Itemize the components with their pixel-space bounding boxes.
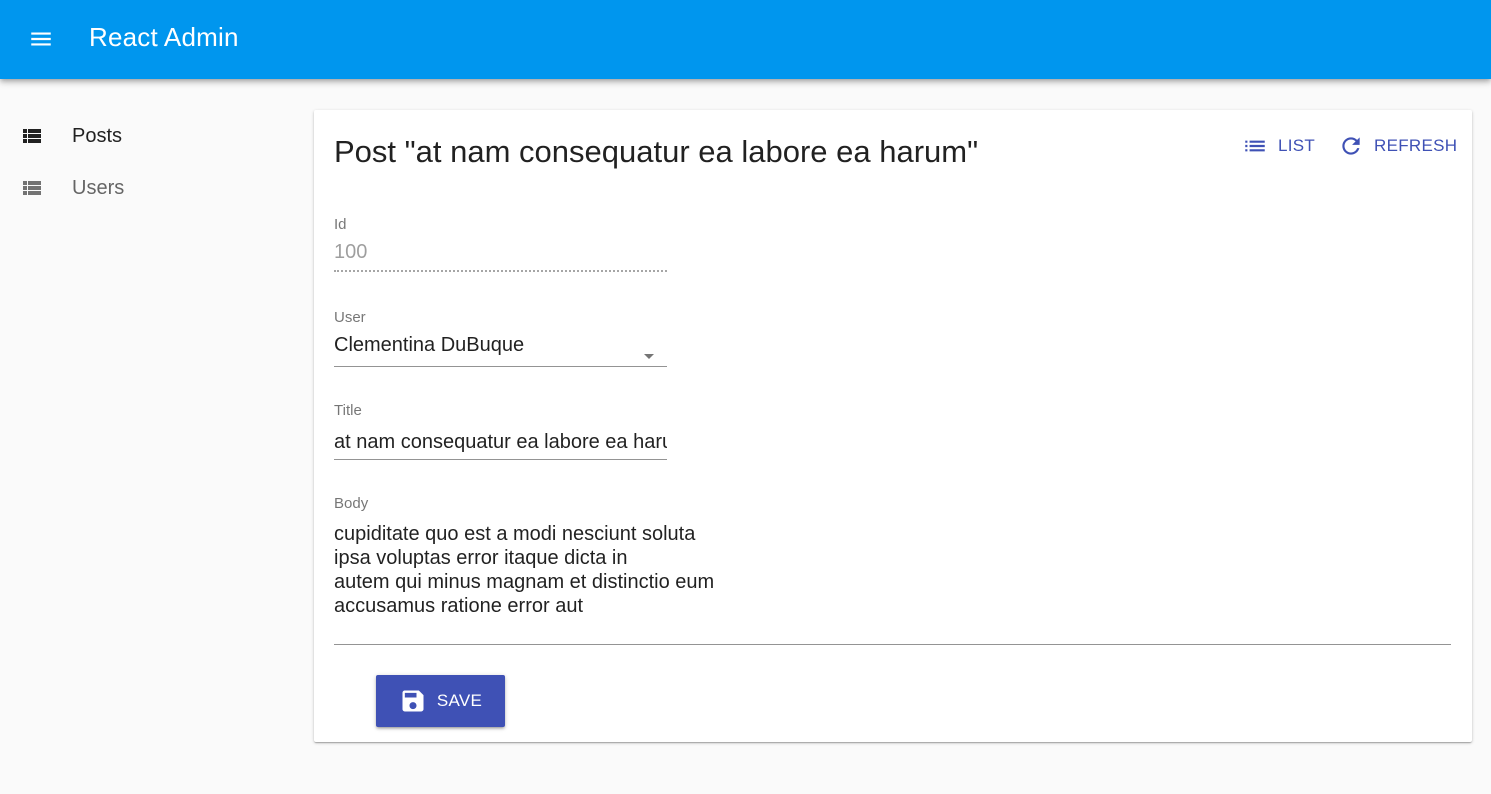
body-field-label: Body [334,495,369,512]
user-select[interactable]: User Clementina DuBuque [334,309,667,367]
user-field-label: User [334,309,366,326]
save-button[interactable]: SAVE [376,675,505,727]
app-title: React Admin [89,22,239,52]
title-field: Title at nam consequatur ea labore ea ha… [334,402,667,460]
hamburger-menu-icon [31,32,51,46]
sidebar-item-label: Posts [72,124,123,147]
list-icon [23,129,41,143]
app-bar: React Admin [0,0,1491,79]
refresh-icon [1342,137,1360,155]
sidebar: Posts Users [0,110,300,214]
page-title: Post "at nam consequatur ea labore ea ha… [334,134,979,169]
id-field-value: 100 [334,241,667,272]
edit-form-card: Post "at nam consequatur ea labore ea ha… [314,110,1472,742]
id-field-label: Id [334,216,347,233]
sidebar-item-label: Users [72,176,125,199]
list-icon [1245,140,1265,152]
title-field-label: Title [334,402,362,419]
dropdown-arrow-icon [644,354,654,359]
save-icon [402,690,424,712]
list-button-label: LIST [1278,136,1316,155]
list-button[interactable]: LIST [1242,128,1315,164]
refresh-button-label: REFRESH [1374,136,1458,155]
title-input[interactable]: at nam consequatur ea labore ea harum [334,427,667,460]
menu-toggle-button[interactable] [17,15,65,63]
id-field: Id 100 [334,216,667,272]
refresh-button[interactable]: REFRESH [1338,128,1457,164]
body-field: Body cupiditate quo est a modi nesciunt … [334,495,1451,645]
save-button-label: SAVE [436,691,483,710]
user-select-text: Clementina DuBuque [334,334,525,356]
user-select-value[interactable]: Clementina DuBuque [334,334,667,367]
list-icon [23,181,41,195]
sidebar-item-posts[interactable]: Posts [0,110,300,162]
body-textarea[interactable]: cupiditate quo est a modi nesciunt solut… [334,522,1451,645]
sidebar-item-users[interactable]: Users [0,162,300,214]
